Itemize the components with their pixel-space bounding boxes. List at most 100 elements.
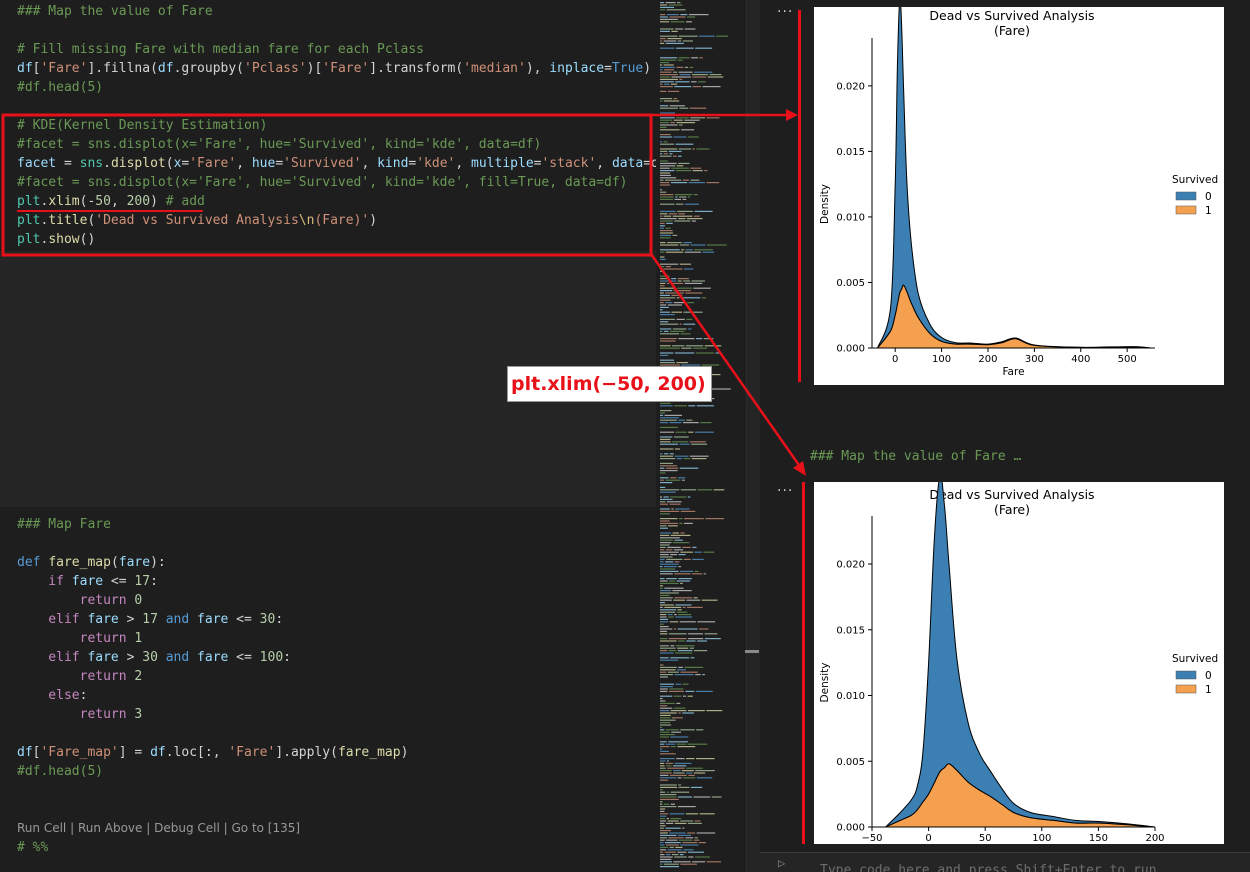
minimap-line xyxy=(711,388,731,390)
code-token: 'Fare' xyxy=(228,745,276,760)
code-token: return xyxy=(17,593,135,608)
code-token: 3 xyxy=(134,707,143,722)
annotation-red-bar xyxy=(802,482,805,844)
minimap-line xyxy=(660,203,675,205)
minimap-line xyxy=(660,707,673,709)
y-tick-label: 0.000 xyxy=(836,344,865,355)
minimap-line xyxy=(660,544,670,546)
minimap-line xyxy=(673,71,678,73)
code-token: plt xyxy=(17,232,41,247)
minimap-line xyxy=(677,796,692,798)
minimap-line xyxy=(663,153,668,155)
minimap-line xyxy=(660,834,677,836)
minimap-line xyxy=(660,306,669,308)
output-more-actions-button[interactable]: ... xyxy=(777,0,793,16)
code-token: = xyxy=(275,156,284,171)
minimap[interactable] xyxy=(656,0,746,872)
markdown-cell-header[interactable]: ### Map the value of Fare … xyxy=(810,447,1021,466)
minimap-line xyxy=(660,573,673,575)
minimap-line xyxy=(666,839,678,841)
minimap-line xyxy=(660,690,668,692)
minimap-line xyxy=(660,256,665,258)
minimap-line xyxy=(679,854,684,856)
interactive-window[interactable]: ... Dead vs Survived Analysis (Fare) 0.000… xyxy=(760,0,1250,872)
minimap-line xyxy=(660,215,663,217)
output-more-actions-button[interactable]: ... xyxy=(777,479,793,495)
minimap-line xyxy=(660,2,665,4)
code-token: plt xyxy=(17,194,41,209)
code-token: , xyxy=(236,156,252,171)
run-cell-link[interactable]: Run Cell xyxy=(17,821,66,835)
minimap-line xyxy=(660,465,677,467)
minimap-line xyxy=(668,213,677,215)
minimap-line xyxy=(660,330,663,332)
minimap-line xyxy=(672,441,689,443)
code-line: #facet = sns.displot(x='Fare', hue='Surv… xyxy=(17,173,627,192)
minimap-line xyxy=(660,28,674,30)
minimap-line xyxy=(666,765,672,767)
minimap-line xyxy=(671,731,682,733)
minimap-line xyxy=(668,633,687,635)
minimap-line xyxy=(663,215,672,217)
minimap-line xyxy=(706,861,722,863)
interactive-input-box[interactable]: ▷ Type code here and press Shift+Enter t… xyxy=(760,852,1250,872)
series-0-area xyxy=(885,474,1156,828)
minimap-line xyxy=(660,599,672,601)
run-above-link[interactable]: Run Above xyxy=(78,821,142,835)
minimap-line xyxy=(660,422,668,424)
minimap-line xyxy=(673,119,683,121)
minimap-line xyxy=(660,839,665,841)
minimap-line xyxy=(676,580,691,582)
code-token: df xyxy=(17,745,33,760)
code-token: 'Survived' xyxy=(283,156,362,171)
minimap-line xyxy=(701,297,707,299)
code-line: return 2 xyxy=(17,667,143,686)
minimap-line xyxy=(692,546,697,548)
minimap-line xyxy=(688,851,704,853)
minimap-line xyxy=(675,81,690,83)
minimap-line xyxy=(696,832,716,834)
code-token: = xyxy=(604,61,612,76)
minimap-line xyxy=(683,558,691,560)
code-token: : xyxy=(150,574,158,589)
go-to-link[interactable]: Go to [135] xyxy=(231,821,300,835)
minimap-line xyxy=(665,549,673,551)
minimap-line xyxy=(660,741,667,743)
minimap-line xyxy=(660,753,676,755)
x-tick-label: 300 xyxy=(1025,354,1044,365)
minimap-line xyxy=(667,849,682,851)
minimap-line xyxy=(698,81,706,83)
minimap-line xyxy=(695,352,715,354)
minimap-line xyxy=(678,786,690,788)
code-token: show xyxy=(48,232,80,247)
minimap-line xyxy=(660,846,669,848)
y-axis-label: Density xyxy=(819,663,831,703)
minimap-line xyxy=(706,182,720,184)
minimap-line xyxy=(664,69,674,71)
code-editor[interactable]: ### Map the value of Fare # Fill missing … xyxy=(0,0,656,872)
minimap-line xyxy=(675,143,694,145)
minimap-line xyxy=(704,345,722,347)
minimap-line xyxy=(672,542,690,544)
minimap-line xyxy=(665,227,671,229)
minimap-line xyxy=(695,690,713,692)
minimap-line xyxy=(660,597,673,599)
code-token: hue xyxy=(251,156,276,171)
code-line: elif fare > 30 and fare <= 100: xyxy=(17,648,291,667)
legend-entry-label: 0 xyxy=(1205,670,1212,682)
debug-cell-link[interactable]: Debug Cell xyxy=(154,821,220,835)
minimap-line xyxy=(675,616,693,618)
editor-scrollbar[interactable] xyxy=(745,0,760,872)
minimap-line xyxy=(660,489,680,491)
minimap-line xyxy=(660,314,675,316)
code-token: = xyxy=(56,156,80,171)
run-play-icon[interactable]: ▷ xyxy=(778,856,785,870)
minimap-line xyxy=(660,266,665,268)
minimap-line xyxy=(660,767,666,769)
scrollbar-thumb-marker[interactable] xyxy=(745,650,759,653)
minimap-line xyxy=(660,585,664,587)
minimap-line xyxy=(673,707,686,709)
minimap-line xyxy=(675,683,682,685)
minimap-line xyxy=(682,179,690,181)
minimap-line xyxy=(676,117,689,119)
